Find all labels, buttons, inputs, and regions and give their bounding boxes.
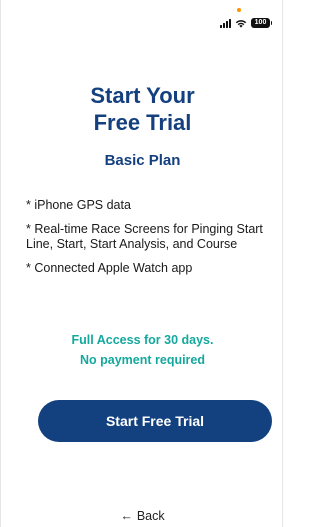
status-bar: 100 [220,16,272,30]
offer-line-2: No payment required [79,353,206,367]
trial-screen: 100 Start Your Free Trial Basic Plan * i… [0,0,283,527]
privacy-indicator-dot [237,8,241,12]
feature-item-gps: * iPhone GPS data [26,198,131,212]
wifi-icon [235,19,247,28]
feature-item-race-screens: * Real-time Race Screens for Pinging Sta… [26,222,263,251]
battery-level: 100 [254,19,267,26]
offer-text: Full Access for 30 days. No payment requ… [1,330,284,370]
start-free-trial-button[interactable]: Start Free Trial [38,400,272,442]
feature-list: * iPhone GPS data * Real-time Race Scree… [26,198,266,285]
back-link[interactable]: ← Back [1,509,284,523]
plan-name: Basic Plan [104,152,181,169]
battery-icon: 100 [251,18,272,28]
feature-item-apple-watch: * Connected Apple Watch app [26,261,193,275]
title-line-1: Start Your [90,83,195,108]
back-label: Back [136,509,165,523]
title-line-2: Free Trial [93,110,192,135]
page-title: Start Your Free Trial [1,82,284,136]
offer-line-1: Full Access for 30 days. [71,333,214,347]
back-arrow-icon: ← [120,509,133,523]
cellular-signal-icon [220,18,231,28]
